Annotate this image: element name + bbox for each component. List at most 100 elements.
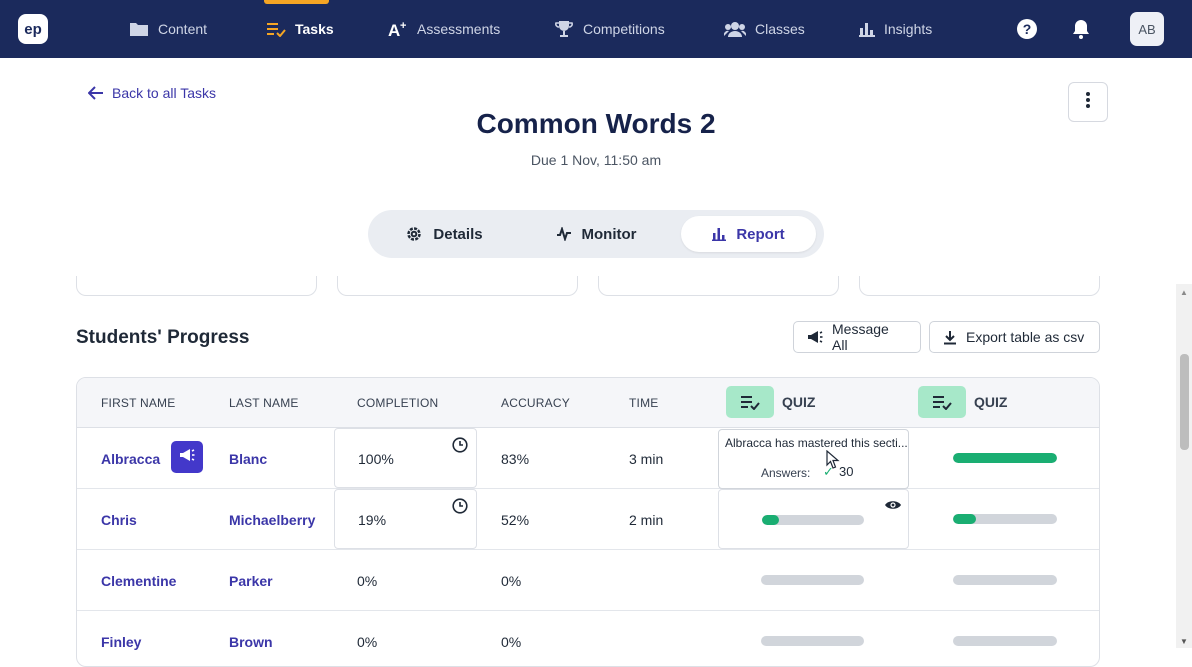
students-progress-table: FIRST NAME LAST NAME COMPLETION ACCURACY…	[76, 377, 1100, 667]
megaphone-icon	[179, 448, 195, 467]
student-first-name[interactable]: Chris	[101, 512, 137, 528]
quiz-1-cell[interactable]	[718, 489, 909, 549]
quiz-1-progress-bar	[762, 515, 864, 525]
page-title: Common Words 2	[476, 108, 716, 139]
table-row: Albracca Blanc 100% 83% 3 min	[77, 428, 1099, 489]
quiz-icon	[726, 386, 774, 418]
completion-cell[interactable]: 19%	[334, 489, 477, 549]
quiz-label: QUIZ	[974, 394, 1008, 410]
tab-details[interactable]: Details	[374, 216, 514, 252]
column-header-quiz-2[interactable]: QUIZ	[918, 386, 1007, 418]
pulse-icon	[556, 227, 572, 241]
quiz-2-progress-bar[interactable]	[953, 514, 1057, 524]
scroll-up-icon[interactable]: ▲	[1180, 288, 1188, 297]
message-student-button[interactable]	[171, 441, 203, 473]
due-date: Due 1 Nov, 11:50 am	[530, 152, 662, 168]
column-header-first-name[interactable]: FIRST NAME	[101, 396, 175, 410]
summary-card	[598, 276, 839, 296]
column-header-time[interactable]: TIME	[629, 396, 658, 410]
quiz-2-progress-bar[interactable]	[953, 453, 1057, 463]
nav-item-insights[interactable]: Insights	[859, 0, 932, 58]
svg-text:A: A	[388, 21, 400, 38]
bar-chart-icon	[712, 227, 727, 241]
tab-label: Report	[736, 225, 785, 243]
tab-report[interactable]: Report	[681, 216, 816, 252]
export-csv-button[interactable]: Export table as csv	[929, 321, 1100, 353]
mouse-cursor-icon	[826, 449, 840, 475]
quiz-2-progress-bar[interactable]	[953, 636, 1057, 646]
nav-item-label: Classes	[755, 21, 805, 37]
student-last-name[interactable]: Michaelberry	[229, 512, 315, 528]
users-icon	[724, 21, 746, 37]
back-to-tasks-link[interactable]: Back to all Tasks	[88, 85, 216, 101]
eye-icon[interactable]	[884, 498, 902, 516]
column-header-accuracy[interactable]: ACCURACY	[501, 396, 570, 410]
nav-item-tasks[interactable]: Tasks	[266, 0, 334, 58]
nav-item-content[interactable]: Content	[129, 0, 207, 58]
quiz-label: QUIZ	[782, 394, 816, 410]
column-header-quiz-1[interactable]: QUIZ	[726, 386, 815, 418]
help-icon[interactable]: ?	[1017, 19, 1037, 39]
progress-fill	[953, 514, 976, 524]
student-last-name[interactable]: Blanc	[229, 451, 267, 467]
quiz-2-progress-bar[interactable]	[953, 575, 1057, 585]
svg-text:+: +	[400, 20, 406, 32]
quiz-1-progress-bar[interactable]	[761, 636, 864, 646]
clock-icon	[452, 437, 468, 458]
time-value: 2 min	[629, 512, 664, 528]
tab-label: Monitor	[581, 225, 637, 243]
megaphone-icon	[807, 330, 823, 344]
download-icon	[943, 330, 957, 345]
scrollbar-thumb[interactable]	[1180, 354, 1189, 450]
accuracy-value: 52%	[501, 512, 530, 528]
top-nav-bar: ep Content Tasks A + Assessments Competit…	[0, 0, 1192, 58]
summary-card	[76, 276, 317, 296]
scroll-down-icon[interactable]: ▼	[1180, 637, 1188, 646]
tooltip-answers-value: 30	[839, 464, 854, 479]
student-first-name[interactable]: Albracca	[101, 451, 160, 467]
message-all-button[interactable]: Message All	[793, 321, 921, 353]
quiz-icon	[918, 386, 966, 418]
tooltip-text: Albracca has mastered this secti...	[725, 436, 908, 450]
nav-item-label: Competitions	[583, 21, 665, 37]
arrow-left-icon	[88, 86, 104, 100]
table-header: FIRST NAME LAST NAME COMPLETION ACCURACY…	[77, 378, 1099, 428]
progress-fill	[953, 453, 1057, 463]
progress-fill	[762, 515, 780, 525]
clock-icon	[452, 498, 468, 519]
user-avatar[interactable]: AB	[1130, 12, 1164, 46]
completion-value: 100%	[358, 451, 394, 467]
back-link-label: Back to all Tasks	[112, 85, 217, 101]
nav-item-label: Insights	[884, 21, 933, 37]
summary-card	[859, 276, 1100, 296]
summary-card	[337, 276, 578, 296]
nav-item-assessments[interactable]: A + Assessments	[388, 0, 500, 58]
nav-item-label: Tasks	[295, 21, 334, 37]
column-header-completion[interactable]: COMPLETION	[357, 396, 438, 410]
task-view-tabs: Details Monitor Report	[368, 210, 824, 258]
table-row: Clementine Parker 0% 0%	[77, 550, 1099, 611]
button-label: Export table as csv	[966, 329, 1085, 345]
chart-icon	[859, 21, 875, 37]
folder-icon	[129, 21, 149, 37]
button-label: Message All	[832, 321, 889, 353]
table-row: Finley Brown 0% 0%	[77, 611, 1099, 666]
trophy-icon	[554, 20, 574, 38]
page-scrollbar[interactable]: ▲ ▼	[1176, 284, 1192, 648]
tasks-icon	[266, 21, 286, 37]
tab-monitor[interactable]: Monitor	[528, 216, 664, 252]
section-title: Students' Progress	[76, 327, 250, 348]
completion-cell[interactable]: 100%	[334, 428, 477, 488]
student-last-name[interactable]: Parker	[229, 573, 273, 589]
app-logo[interactable]: ep	[18, 14, 48, 44]
nav-item-label: Assessments	[417, 21, 501, 37]
column-header-last-name[interactable]: LAST NAME	[229, 396, 299, 410]
nav-item-classes[interactable]: Classes	[724, 0, 805, 58]
nav-item-competitions[interactable]: Competitions	[554, 0, 665, 58]
bell-icon[interactable]	[1072, 19, 1090, 44]
quiz-1-progress-bar[interactable]	[761, 575, 864, 585]
quiz-mastery-tooltip: Albracca has mastered this secti... Answ…	[718, 429, 909, 489]
tab-label: Details	[433, 225, 483, 243]
student-first-name[interactable]: Clementine	[101, 573, 176, 589]
table-row: Chris Michaelberry 19% 52% 2 min	[77, 489, 1099, 550]
